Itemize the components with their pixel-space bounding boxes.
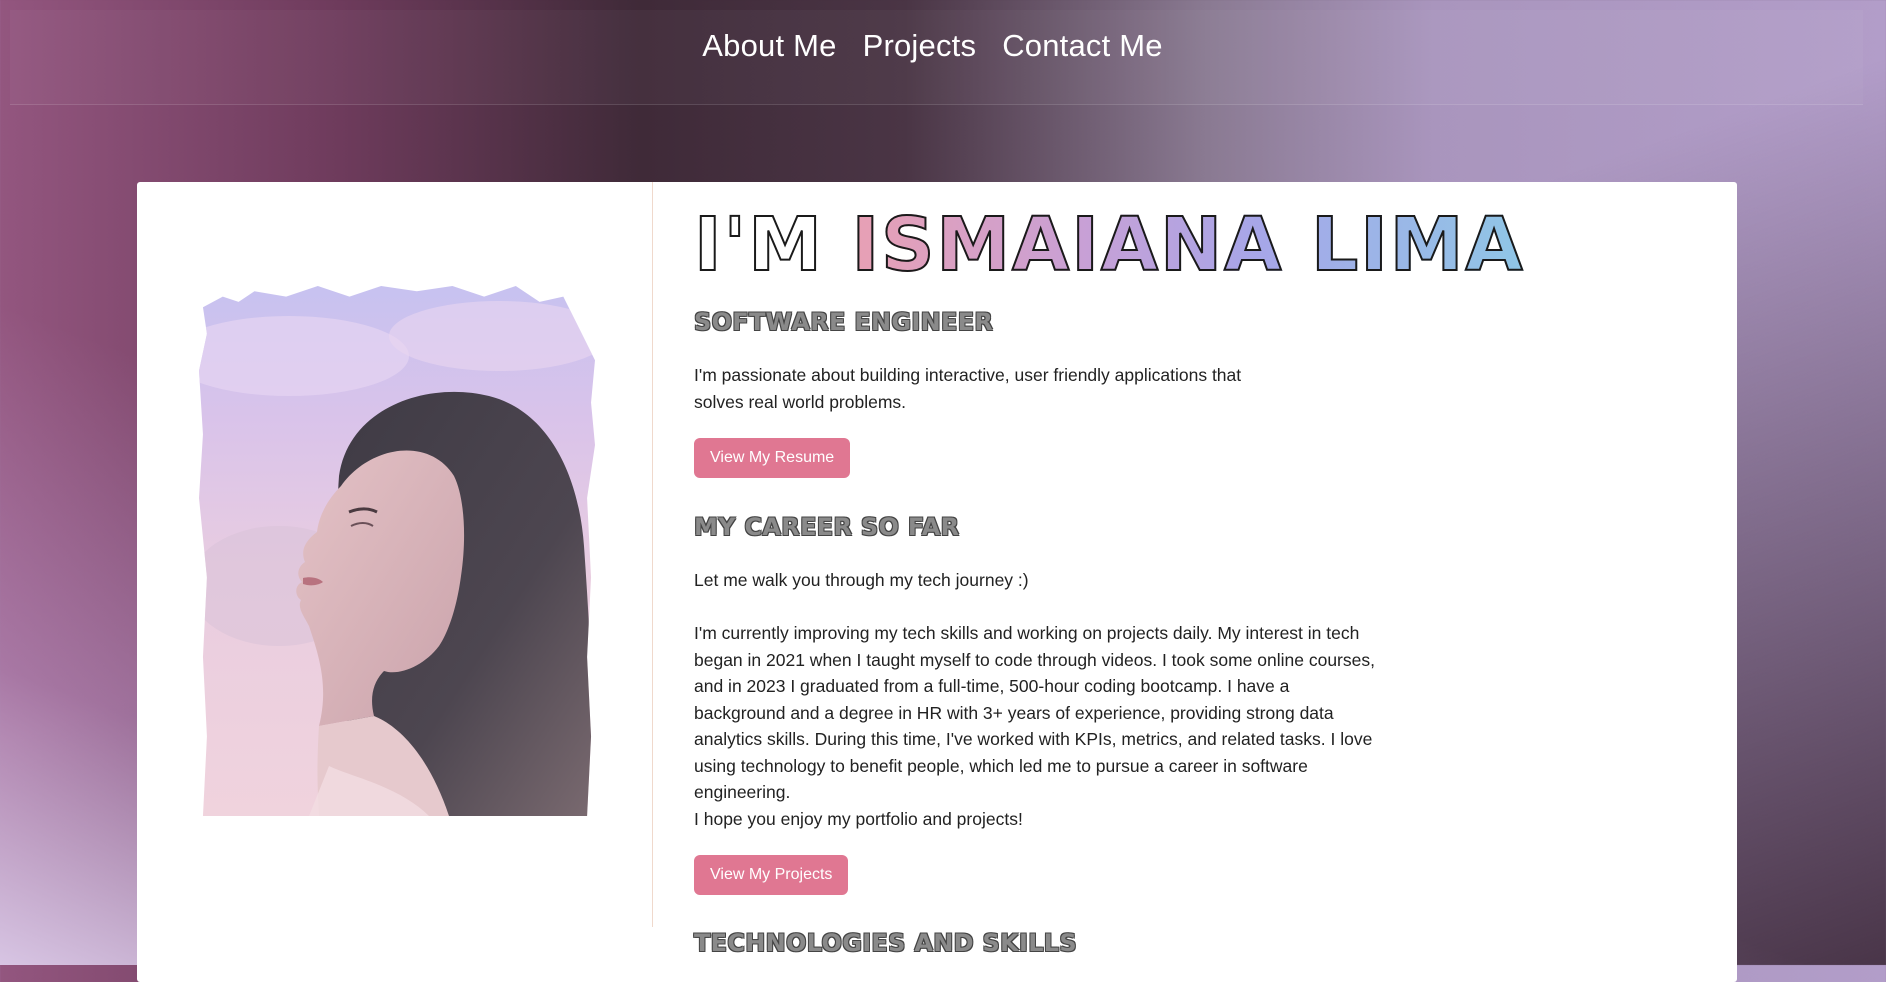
career-closing: I hope you enjoy my portfolio and projec… (694, 809, 1023, 829)
nav-link-about-me[interactable]: About Me (702, 28, 836, 64)
view-projects-button[interactable]: View My Projects (694, 855, 849, 895)
intro-text: I'm passionate about building interactiv… (694, 365, 1242, 412)
top-navbar: About Me Projects Contact Me (10, 10, 1863, 105)
hero-title: I'M ISMAIANA LIMA (693, 207, 1525, 283)
nav-links: About Me Projects Contact Me (702, 28, 1162, 64)
career-body: I'm currently improving my tech skills a… (694, 623, 1375, 802)
profile-photo (199, 286, 595, 816)
hero-name: ISMAIANA LIMA (851, 202, 1525, 288)
hero-prefix: I'M (693, 202, 852, 288)
hero-subtitle: SOFTWARE ENGINEER (694, 308, 994, 336)
profile-card: I'M ISMAIANA LIMA SOFTWARE ENGINEER I'm … (137, 182, 1737, 982)
column-divider (652, 182, 653, 927)
view-resume-button[interactable]: View My Resume (694, 438, 851, 478)
nav-link-projects[interactable]: Projects (863, 28, 977, 64)
nav-link-contact-me[interactable]: Contact Me (1002, 28, 1163, 64)
career-title: MY CAREER SO FAR (694, 513, 960, 541)
skills-title: TECHNOLOGIES AND SKILLS (694, 929, 1077, 957)
career-lead: Let me walk you through my tech journey … (694, 570, 1029, 590)
profile-photo-illustration (199, 286, 595, 816)
photo-column (137, 182, 653, 927)
